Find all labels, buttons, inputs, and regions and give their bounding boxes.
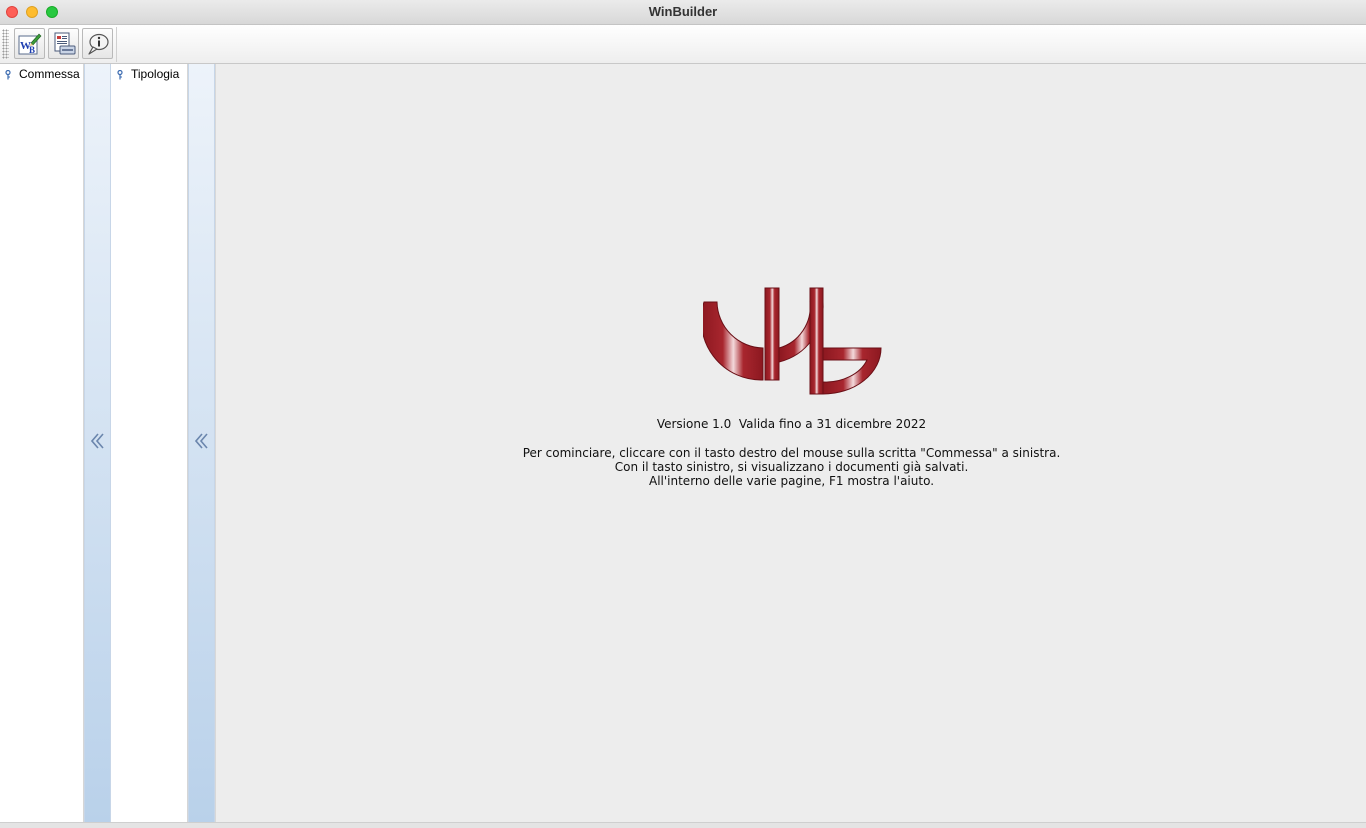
print-document-button[interactable]: [48, 28, 79, 59]
winbuilder-edit-icon: W B: [18, 33, 42, 55]
commessa-tree-panel: Commessa: [0, 64, 84, 822]
svg-text:B: B: [29, 45, 35, 55]
print-document-icon: [54, 32, 76, 55]
wb-logo: [703, 287, 882, 395]
key-icon: [5, 70, 11, 80]
instruction-line: Con il tasto sinistro, si visualizzano i…: [614, 460, 969, 474]
app-window: WinBuilder W B Commessa Tipologia Versio…: [0, 0, 1366, 828]
tipologia-tree-panel: Tipologia: [111, 64, 188, 822]
winbuilder-edit-button[interactable]: W B: [14, 28, 45, 59]
version-text: Versione 1.0 Valida fino a 31 dicembre 2…: [656, 417, 927, 431]
instruction-line: All'interno delle varie pagine, F1 mostr…: [648, 474, 935, 488]
key-icon: [117, 70, 123, 80]
collapse-commessa-panel-bar[interactable]: [84, 64, 111, 822]
toolbar-grip-handle[interactable]: [2, 29, 9, 59]
main-content-area: Versione 1.0 Valida fino a 31 dicembre 2…: [215, 64, 1366, 822]
title-bar[interactable]: WinBuilder: [0, 0, 1366, 25]
info-balloon-icon: [88, 33, 109, 55]
collapse-tipologia-panel-bar[interactable]: [188, 64, 215, 822]
info-button[interactable]: [82, 28, 113, 59]
instruction-line: Per cominciare, cliccare con il tasto de…: [522, 446, 1061, 460]
toolbar: W B: [0, 25, 1366, 64]
double-chevron-left-icon: [91, 433, 104, 449]
toolbar-separator: [116, 27, 117, 62]
tree-node-label: Commessa: [19, 67, 80, 81]
status-bar: [0, 822, 1366, 828]
window-title: WinBuilder: [648, 4, 718, 19]
tree-node-label: Tipologia: [131, 67, 180, 81]
double-chevron-left-icon: [195, 433, 208, 449]
